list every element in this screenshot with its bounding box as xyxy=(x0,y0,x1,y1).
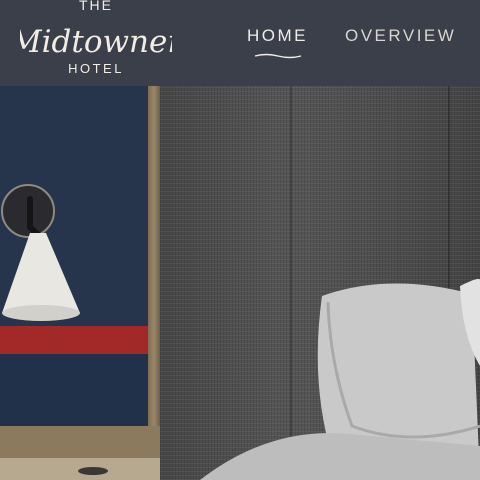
logo-hotel-text: HOTEL xyxy=(68,61,124,76)
nav-home-link[interactable]: HOME xyxy=(247,26,308,46)
hotel-logo[interactable]: THE Midtowner HOTEL xyxy=(20,0,172,80)
hero-room-photo xyxy=(0,86,480,480)
bed-pillows-image xyxy=(200,278,480,480)
power-outlet xyxy=(78,467,108,475)
logo-the-text: THE xyxy=(79,0,113,13)
site-header: THE Midtowner HOTEL HOME OVERVIEW xyxy=(0,0,480,86)
logo-script-text: Midtowner xyxy=(20,24,172,60)
wood-frame-edge xyxy=(148,86,160,480)
nav-overview-link[interactable]: OVERVIEW xyxy=(345,26,456,46)
logo-script-wordmark: Midtowner xyxy=(20,24,172,60)
nav-active-underline xyxy=(254,53,302,59)
wall-lamp-image xyxy=(1,184,80,321)
